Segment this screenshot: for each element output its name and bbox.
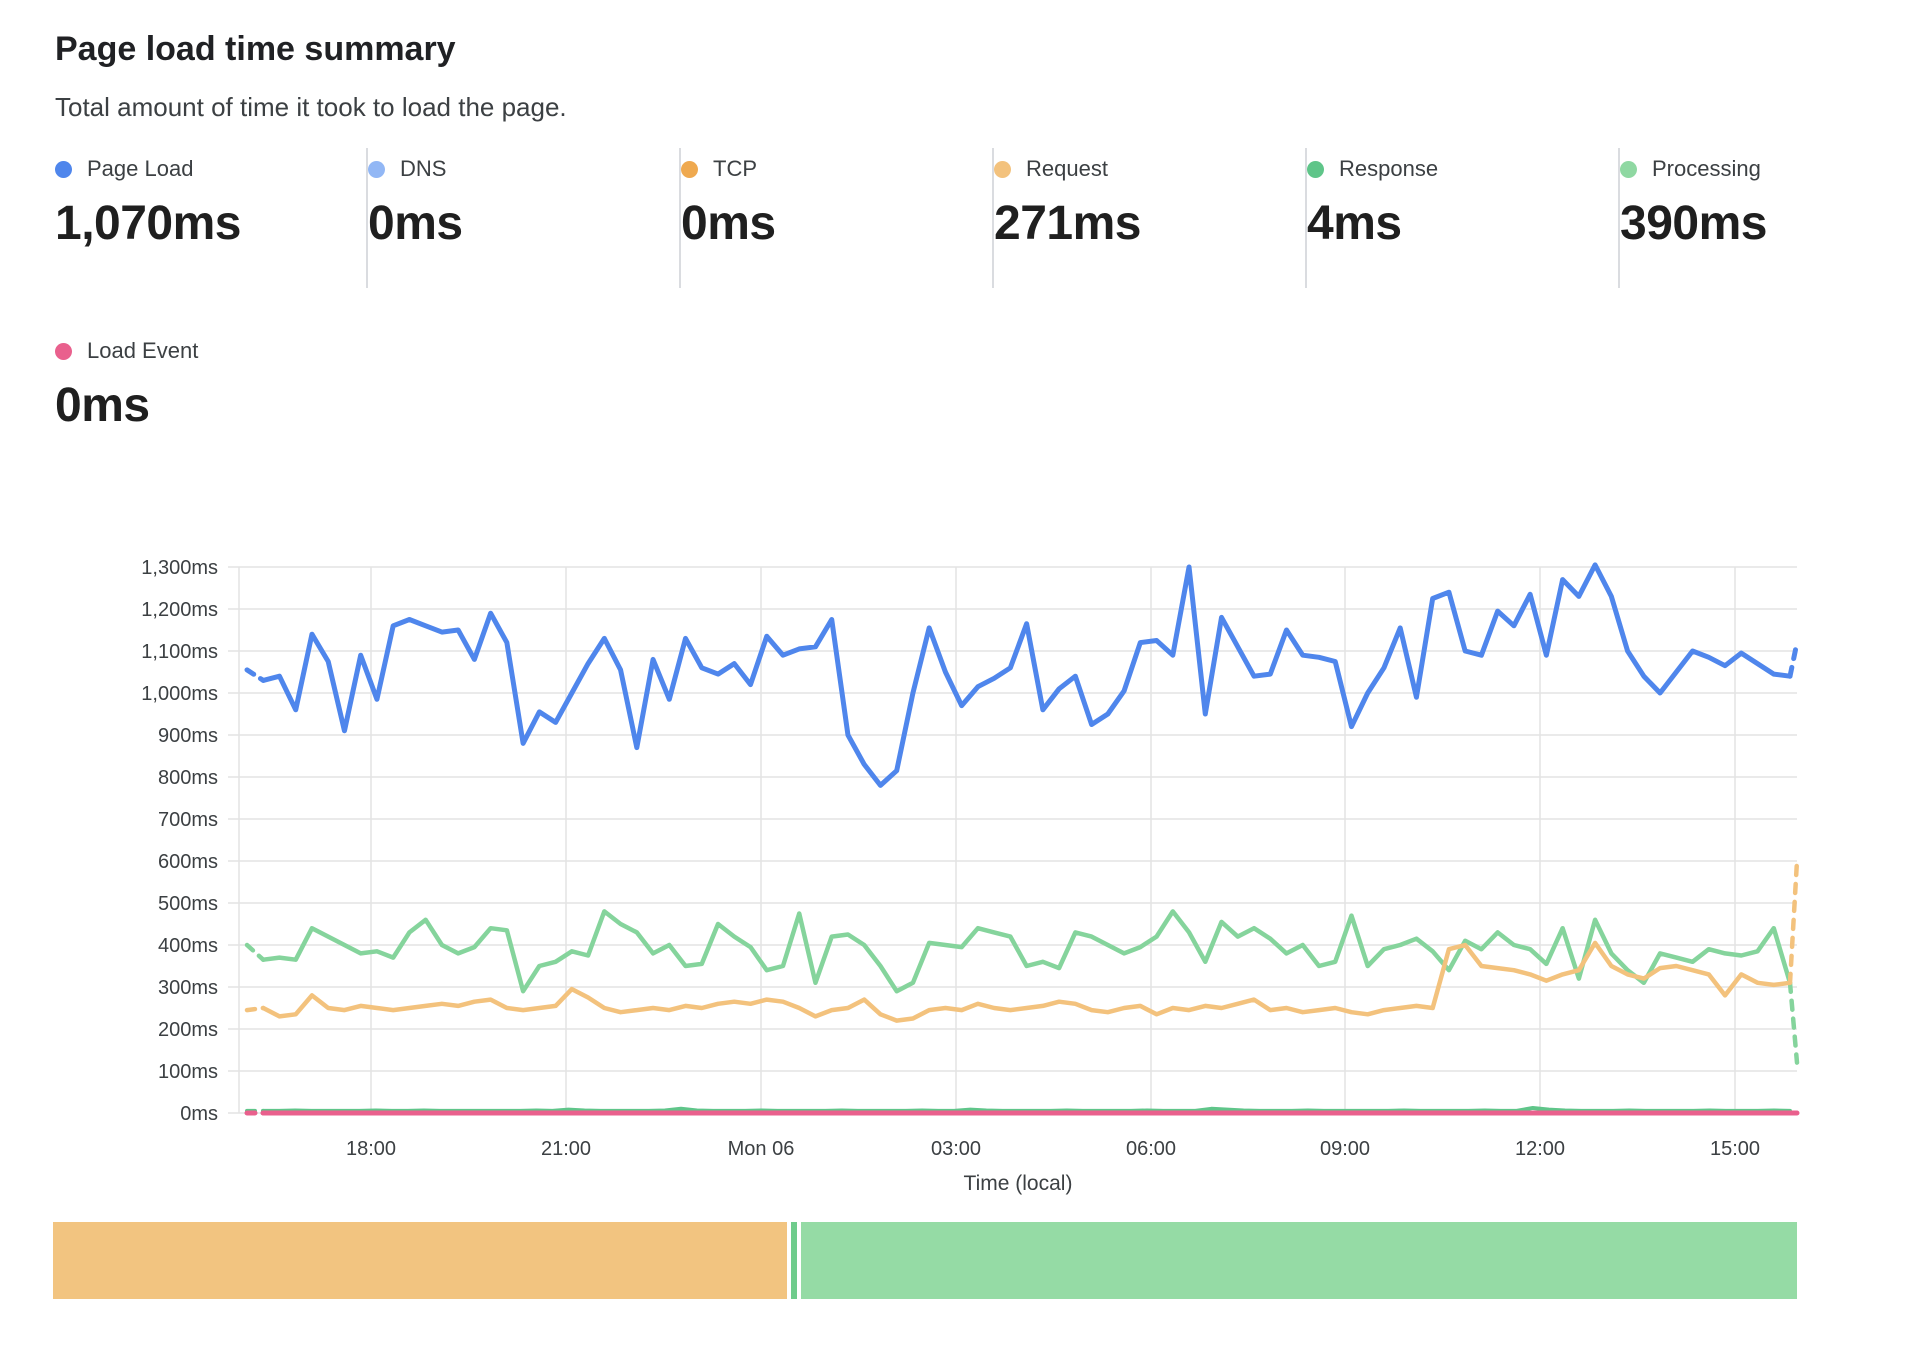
x-tick-label: 09:00 — [1320, 1138, 1370, 1160]
series-request-head-dash — [247, 1008, 263, 1010]
series-processing-head-dash — [247, 945, 263, 960]
y-tick-label: 1,000ms — [141, 683, 218, 705]
y-tick-label: 1,100ms — [141, 641, 218, 663]
x-tick-label: 21:00 — [541, 1138, 591, 1160]
x-tick-label: 03:00 — [931, 1138, 981, 1160]
series-processing-tail-dash — [1790, 983, 1797, 1063]
page-load-summary-panel: Page load time summary Total amount of t… — [0, 0, 1910, 1352]
series-response-line — [263, 1108, 1790, 1111]
y-tick-label: 1,300ms — [141, 557, 218, 579]
y-tick-label: 700ms — [158, 809, 218, 831]
y-tick-label: 500ms — [158, 893, 218, 915]
series-processing-line — [263, 911, 1790, 991]
x-tick-label: 12:00 — [1515, 1138, 1565, 1160]
y-tick-label: 600ms — [158, 851, 218, 873]
y-tick-label: 100ms — [158, 1061, 218, 1083]
x-tick-label: Mon 06 — [728, 1138, 795, 1160]
y-tick-label: 200ms — [158, 1019, 218, 1041]
series-page-load-head-dash — [247, 670, 263, 681]
y-tick-label: 900ms — [158, 725, 218, 747]
y-tick-label: 800ms — [158, 767, 218, 789]
x-tick-label: 18:00 — [346, 1138, 396, 1160]
x-axis-title: Time (local) — [964, 1172, 1073, 1195]
series-page-load-line — [263, 565, 1790, 786]
series-request-line — [263, 943, 1790, 1021]
y-tick-label: 0ms — [180, 1103, 218, 1125]
series-request-tail-dash — [1790, 861, 1797, 983]
timing-breakdown-bar[interactable] — [53, 1222, 1797, 1299]
y-tick-label: 400ms — [158, 935, 218, 957]
y-tick-label: 1,200ms — [141, 599, 218, 621]
y-tick-label: 300ms — [158, 977, 218, 999]
series-page-load-tail-dash — [1790, 643, 1797, 677]
x-tick-label: 06:00 — [1126, 1138, 1176, 1160]
x-tick-label: 15:00 — [1710, 1138, 1760, 1160]
load-time-chart[interactable]: 0ms 100ms 200ms 300ms 400ms 500ms 600ms 700ms 80… — [0, 0, 1910, 1220]
bar-segment-processing-phase[interactable] — [801, 1222, 1797, 1299]
bar-segment-request-phase[interactable] — [53, 1222, 787, 1299]
